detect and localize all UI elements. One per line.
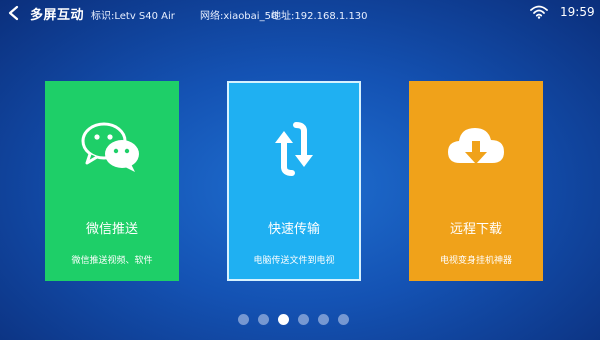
wechat-icon [81, 122, 139, 172]
page-dot[interactable] [318, 314, 329, 325]
card-subtitle: 微信推送视频、软件 [71, 256, 153, 266]
card-title: 远程下载 [449, 222, 502, 237]
page-dot[interactable] [338, 314, 349, 325]
page-dot-active[interactable] [278, 314, 289, 325]
clock: 19:59 [560, 5, 595, 19]
address-label: 地址:192.168.1.130 [271, 11, 368, 22]
wechat-push-card[interactable]: 微信推送 微信推送视频、软件 [45, 81, 179, 281]
fast-transfer-card[interactable]: 快速传输 电脑传送文件到电视 [227, 81, 361, 281]
sync-arrows-icon [275, 122, 313, 176]
network-label: 网络:xiaobai_5G [200, 11, 279, 22]
page-dot[interactable] [298, 314, 309, 325]
page-dot[interactable] [238, 314, 249, 325]
device-id-label: 标识:Letv S40 Air [91, 11, 175, 22]
page-title: 多屏互动 [30, 8, 85, 23]
cloud-download-icon [448, 128, 504, 164]
card-title: 微信推送 [85, 222, 138, 237]
card-subtitle: 电视变身挂机神器 [439, 256, 512, 266]
top-bar: 多屏互动 标识:Letv S40 Air 网络:xiaobai_5G 地址:19… [0, 0, 600, 26]
remote-download-card[interactable]: 远程下载 电视变身挂机神器 [409, 81, 543, 281]
card-title: 快速传输 [267, 222, 320, 237]
back-arrow-icon[interactable] [6, 5, 22, 21]
page-dot[interactable] [258, 314, 269, 325]
card-subtitle: 电脑传送文件到电视 [253, 256, 335, 266]
wifi-icon [530, 5, 548, 19]
